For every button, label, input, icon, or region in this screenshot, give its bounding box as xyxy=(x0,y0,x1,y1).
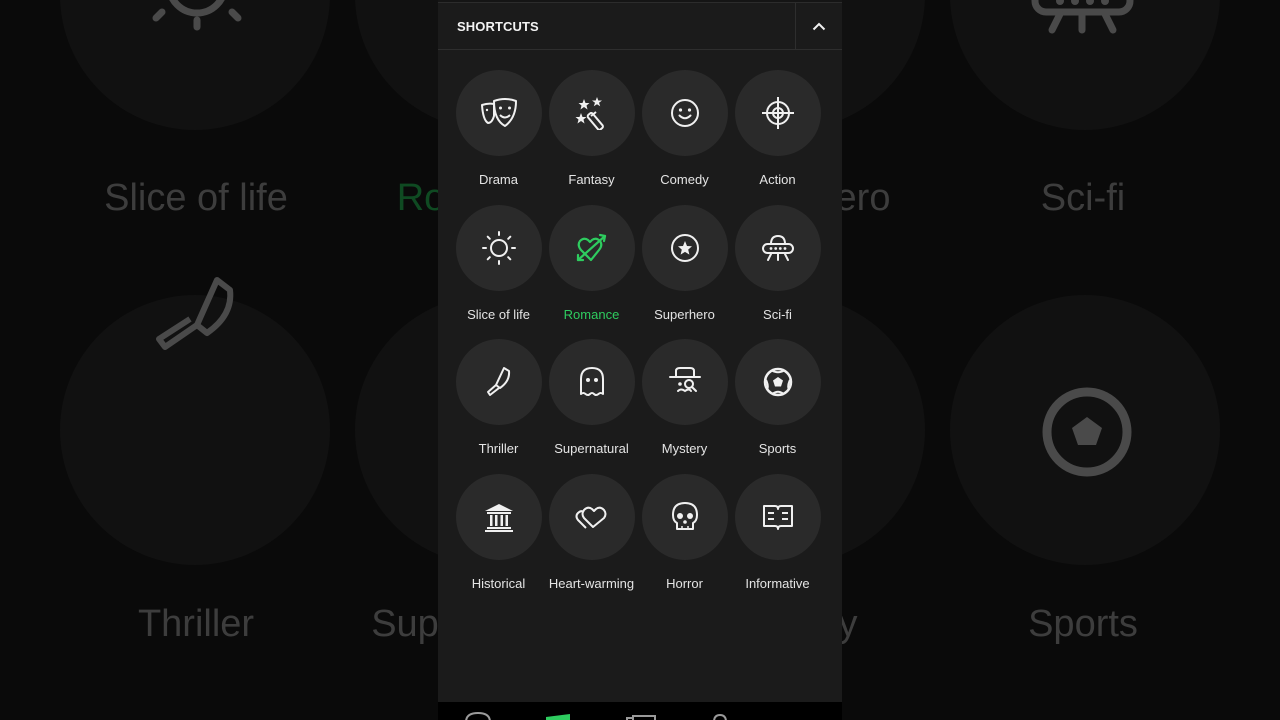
shortcut-grid: Drama Fantasy Comedy Action Slice of lif… xyxy=(452,66,828,604)
knife-icon xyxy=(156,277,234,350)
shortcut-label: Action xyxy=(759,172,796,187)
shortcut-circle[interactable] xyxy=(548,473,635,560)
shortcut-label: Informative xyxy=(745,575,810,591)
shortcut-action[interactable]: Action xyxy=(731,66,824,201)
shortcut-slice-of-life[interactable]: Slice of life xyxy=(452,201,545,336)
shortcut-comedy[interactable]: Comedy xyxy=(638,66,731,201)
drama-masks-icon xyxy=(480,98,517,127)
bg-label: ero xyxy=(835,177,891,219)
shortcut-sports[interactable]: Sports xyxy=(731,335,824,470)
shortcut-label: Sci-fi xyxy=(763,306,792,322)
shortcut-label: Slice of life xyxy=(467,306,530,322)
shortcut-circle[interactable] xyxy=(455,473,542,560)
bottom-nav xyxy=(438,702,842,720)
shortcut-label: Supernatural xyxy=(554,441,629,456)
sun-icon xyxy=(481,230,516,265)
chevron-up-icon xyxy=(812,22,826,30)
shortcut-circle[interactable] xyxy=(641,204,728,291)
shortcut-sci-fi[interactable]: Sci-fi xyxy=(731,201,824,336)
shortcut-label: Fantasy xyxy=(568,172,615,187)
shortcut-circle[interactable] xyxy=(641,70,728,156)
shortcut-label: Thriller xyxy=(478,441,519,456)
header-title: SHORTCUTS xyxy=(457,18,539,34)
bg-label: Slice of life xyxy=(104,177,288,219)
library-icon[interactable] xyxy=(626,715,656,720)
shortcuts-panel: SHORTCUTS Drama Fantasy Comedy Action Sl… xyxy=(438,0,842,720)
crosshair-icon xyxy=(761,97,794,129)
shortcut-informative[interactable]: Informative xyxy=(731,470,824,605)
shortcut-circle[interactable] xyxy=(548,204,635,291)
shortcut-circle[interactable] xyxy=(734,473,821,560)
shortcut-circle[interactable] xyxy=(548,339,635,425)
shortcut-historical[interactable]: Historical xyxy=(452,470,545,605)
shortcut-supernatural[interactable]: Supernatural xyxy=(545,335,638,470)
shortcut-circle[interactable] xyxy=(734,204,821,291)
two-hearts-icon xyxy=(575,506,606,529)
shortcut-label: Sports xyxy=(758,441,797,456)
shortcut-circle[interactable] xyxy=(734,70,821,156)
shortcut-label: Mystery xyxy=(661,441,708,456)
ufo-icon xyxy=(761,234,794,261)
shortcut-label: Drama xyxy=(478,172,518,187)
shortcut-label: Comedy xyxy=(660,172,709,187)
shortcut-mystery[interactable]: Mystery xyxy=(638,335,731,470)
shortcut-label: Superhero xyxy=(654,306,715,322)
ghost-icon xyxy=(579,367,604,396)
star-badge-icon xyxy=(670,233,699,262)
shortcut-drama[interactable]: Drama xyxy=(452,66,545,201)
shortcut-label: Horror xyxy=(666,575,703,591)
soccer-ball-icon xyxy=(1042,387,1132,477)
skull-icon xyxy=(671,501,698,530)
shortcut-thriller[interactable]: Thriller xyxy=(452,335,545,470)
magic-wand-icon xyxy=(575,97,604,130)
heart-arrow-icon xyxy=(576,233,606,261)
knife-icon xyxy=(486,367,510,396)
detective-icon xyxy=(668,367,701,393)
museum-icon xyxy=(484,503,513,532)
shortcut-horror[interactable]: Horror xyxy=(638,470,731,605)
bg-label: Sup xyxy=(371,603,439,645)
shortcut-circle[interactable] xyxy=(455,204,542,291)
shortcut-heart-warming[interactable]: Heart-warming xyxy=(545,470,638,605)
bg-label: Sci-fi xyxy=(1040,177,1126,219)
open-book-icon xyxy=(762,504,793,530)
shortcut-superhero[interactable]: Superhero xyxy=(638,201,731,336)
profile-icon[interactable] xyxy=(712,714,728,720)
shortcut-circle[interactable] xyxy=(641,473,728,560)
collapse-button[interactable] xyxy=(795,2,842,50)
shortcut-label: Romance xyxy=(563,306,620,322)
shortcut-fantasy[interactable]: Fantasy xyxy=(545,66,638,201)
shortcut-label: Historical xyxy=(471,575,526,591)
bg-label: Thriller xyxy=(137,603,255,645)
shortcut-circle[interactable] xyxy=(548,70,635,156)
home-icon[interactable] xyxy=(465,712,491,720)
shortcut-circle[interactable] xyxy=(641,339,728,425)
originals-icon[interactable] xyxy=(546,714,570,720)
shortcut-label: Heart-warming xyxy=(548,575,635,591)
soccer-ball-icon xyxy=(763,367,792,397)
smiley-icon xyxy=(670,99,699,127)
shortcut-circle[interactable] xyxy=(455,339,542,425)
ufo-icon xyxy=(1031,0,1134,34)
sun-icon xyxy=(152,0,242,31)
shortcut-circle[interactable] xyxy=(734,339,821,425)
shortcut-romance[interactable]: Romance xyxy=(545,201,638,336)
shortcut-circle[interactable] xyxy=(455,70,542,156)
bg-label: Sports xyxy=(1028,603,1138,645)
shortcuts-header: SHORTCUTS xyxy=(438,2,842,50)
